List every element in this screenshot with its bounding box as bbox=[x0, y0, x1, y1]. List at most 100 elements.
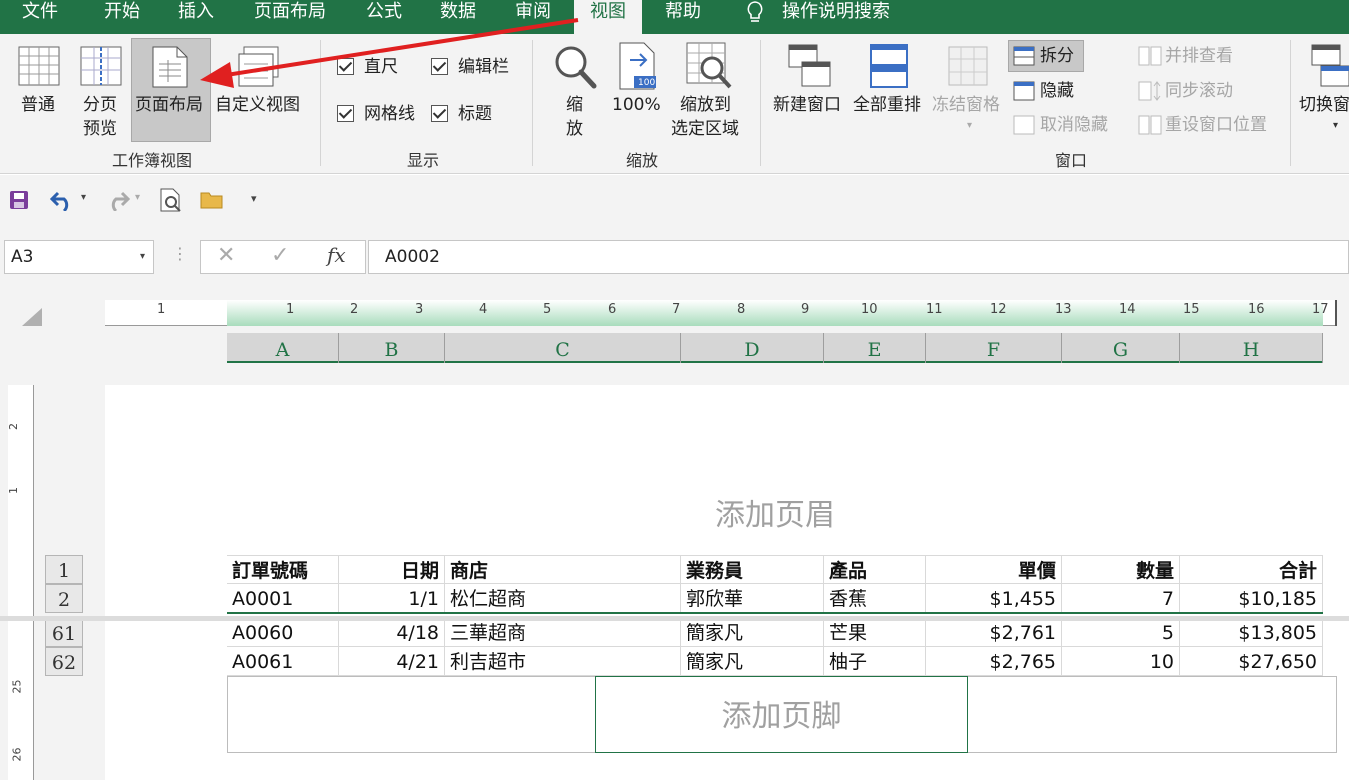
ruler-number: 8 bbox=[737, 302, 746, 317]
gridlines-checkbox[interactable] bbox=[337, 105, 354, 122]
undo-dropdown-icon[interactable]: ▾ bbox=[81, 192, 86, 203]
column-header-d[interactable]: D bbox=[681, 333, 824, 363]
column-header-a[interactable]: A bbox=[227, 333, 339, 363]
add-header-placeholder[interactable]: 添加页眉 bbox=[227, 490, 1323, 533]
table-cell[interactable]: 芒果 bbox=[824, 618, 926, 647]
gridlines-label: 网格线 bbox=[364, 104, 415, 124]
row-header[interactable]: 1 bbox=[45, 555, 83, 584]
sync-scroll-button[interactable]: 同步滚动 bbox=[1165, 80, 1233, 102]
zoom-to-selection-button[interactable]: 缩放到 bbox=[680, 94, 731, 116]
table-cell[interactable]: A0061 bbox=[227, 647, 339, 676]
table-cell[interactable]: $10,185 bbox=[1180, 584, 1323, 613]
table-cell[interactable]: 5 bbox=[1062, 618, 1180, 647]
column-header-b[interactable]: B bbox=[339, 333, 445, 363]
undo-icon[interactable] bbox=[50, 189, 76, 211]
horizontal-ruler-printable-area bbox=[227, 300, 1323, 326]
column-header-c[interactable]: C bbox=[445, 333, 681, 363]
insert-function-icon[interactable]: fx bbox=[327, 243, 346, 267]
row-header[interactable]: 2 bbox=[45, 584, 83, 613]
switch-windows-dropdown-icon: ▾ bbox=[1333, 120, 1339, 131]
ruler-margin-marker[interactable] bbox=[1335, 300, 1337, 326]
table-cell[interactable]: A0001 bbox=[227, 584, 339, 613]
zoom-label-2: 放 bbox=[566, 119, 583, 139]
annotation-arrow bbox=[200, 18, 579, 88]
table-header-cell[interactable]: 數量 bbox=[1062, 555, 1180, 584]
tab-help[interactable]: 帮助 bbox=[665, 0, 701, 34]
table-header-cell[interactable]: 產品 bbox=[824, 555, 926, 584]
redo-dropdown-icon[interactable]: ▾ bbox=[135, 192, 140, 203]
table-cell[interactable]: 簡家凡 bbox=[681, 618, 824, 647]
add-footer-placeholder[interactable]: 添加页脚 bbox=[595, 676, 968, 753]
name-box-value: A3 bbox=[11, 247, 34, 267]
table-cell[interactable]: 柚子 bbox=[824, 647, 926, 676]
view-side-by-side-icon bbox=[1138, 46, 1162, 66]
table-cell[interactable]: $1,455 bbox=[926, 584, 1062, 613]
headings-checkbox[interactable] bbox=[431, 105, 448, 122]
table-cell[interactable]: 7 bbox=[1062, 584, 1180, 613]
name-box[interactable]: A3 ▾ bbox=[4, 240, 154, 274]
hide-button[interactable]: 隐藏 bbox=[1040, 80, 1074, 102]
table-cell[interactable]: 利吉超市 bbox=[445, 647, 681, 676]
print-preview-icon[interactable] bbox=[160, 188, 182, 212]
column-header-e[interactable]: E bbox=[824, 333, 926, 363]
view-side-by-side-button[interactable]: 并排查看 bbox=[1165, 45, 1233, 67]
table-cell[interactable]: 簡家凡 bbox=[681, 647, 824, 676]
table-cell[interactable]: $2,765 bbox=[926, 647, 1062, 676]
zoom-100-button[interactable]: 100% bbox=[612, 94, 661, 116]
confirm-entry-icon[interactable]: ✓ bbox=[271, 243, 289, 268]
cancel-entry-icon[interactable]: ✕ bbox=[217, 243, 235, 268]
table-cell[interactable]: 香蕉 bbox=[824, 584, 926, 613]
customize-qat-icon[interactable]: ▾ bbox=[251, 192, 257, 205]
unhide-button[interactable]: 取消隐藏 bbox=[1040, 114, 1108, 136]
tab-home[interactable]: 开始 bbox=[104, 0, 140, 34]
table-cell[interactable]: 1/1 bbox=[339, 584, 445, 613]
switch-windows-button[interactable]: 切换窗 bbox=[1299, 94, 1349, 116]
save-icon[interactable] bbox=[9, 190, 29, 210]
table-cell[interactable]: $27,650 bbox=[1180, 647, 1323, 676]
redo-icon[interactable] bbox=[104, 189, 130, 211]
new-window-button[interactable]: 新建窗口 bbox=[773, 94, 841, 116]
table-cell[interactable]: 4/21 bbox=[339, 647, 445, 676]
split-bar[interactable] bbox=[0, 616, 1349, 621]
name-box-dropdown-icon[interactable]: ▾ bbox=[140, 241, 145, 273]
table-cell[interactable]: $13,805 bbox=[1180, 618, 1323, 647]
table-header-cell[interactable]: 合計 bbox=[1180, 555, 1323, 584]
table-cell[interactable]: 松仁超商 bbox=[445, 584, 681, 613]
row-header[interactable]: 62 bbox=[45, 647, 83, 676]
zoom-button[interactable]: 缩 bbox=[566, 94, 583, 116]
ruler-number: 13 bbox=[1055, 302, 1072, 317]
tab-file[interactable]: 文件 bbox=[22, 0, 58, 34]
table-cell[interactable]: 郭欣華 bbox=[681, 584, 824, 613]
table-cell[interactable]: 三華超商 bbox=[445, 618, 681, 647]
page-break-preview-button[interactable]: 分页 bbox=[83, 94, 117, 116]
row-header[interactable]: 61 bbox=[45, 618, 83, 647]
table-header-cell[interactable]: 單價 bbox=[926, 555, 1062, 584]
formula-bar-grip-icon: ⋮ bbox=[172, 244, 188, 263]
page-break-preview-icon bbox=[80, 46, 122, 86]
custom-views-button[interactable]: 自定义视图 bbox=[215, 94, 300, 116]
normal-view-button[interactable]: 普通 bbox=[21, 94, 55, 116]
ruler-number: 5 bbox=[543, 302, 552, 317]
table-cell[interactable]: 10 bbox=[1062, 647, 1180, 676]
open-folder-icon[interactable] bbox=[200, 190, 224, 210]
table-cell[interactable]: $2,761 bbox=[926, 618, 1062, 647]
table-cell[interactable]: 4/18 bbox=[339, 618, 445, 647]
column-header-f[interactable]: F bbox=[926, 333, 1062, 363]
freeze-panes-button[interactable]: 冻结窗格 bbox=[932, 94, 1000, 116]
reset-window-position-button[interactable]: 重设窗口位置 bbox=[1165, 114, 1267, 136]
formula-input[interactable]: A0002 bbox=[368, 240, 1349, 274]
column-header-h[interactable]: H bbox=[1180, 333, 1323, 363]
table-header-cell[interactable]: 日期 bbox=[339, 555, 445, 584]
ruler-number: 15 bbox=[1183, 302, 1200, 317]
table-header-cell[interactable]: 商店 bbox=[445, 555, 681, 584]
table-header-cell[interactable]: 訂單號碼 bbox=[227, 555, 339, 584]
ruler-number: 17 bbox=[1312, 302, 1329, 317]
quick-access-toolbar: ▾ ▾ ▾ bbox=[0, 175, 1349, 223]
select-all-corner[interactable] bbox=[20, 306, 44, 328]
tell-me-search[interactable]: 操作说明搜索 bbox=[782, 0, 890, 34]
table-header-cell[interactable]: 業務員 bbox=[681, 555, 824, 584]
arrange-all-button[interactable]: 全部重排 bbox=[853, 94, 921, 116]
column-header-g[interactable]: G bbox=[1062, 333, 1180, 363]
table-cell[interactable]: A0060 bbox=[227, 618, 339, 647]
hide-window-icon bbox=[1013, 81, 1035, 101]
